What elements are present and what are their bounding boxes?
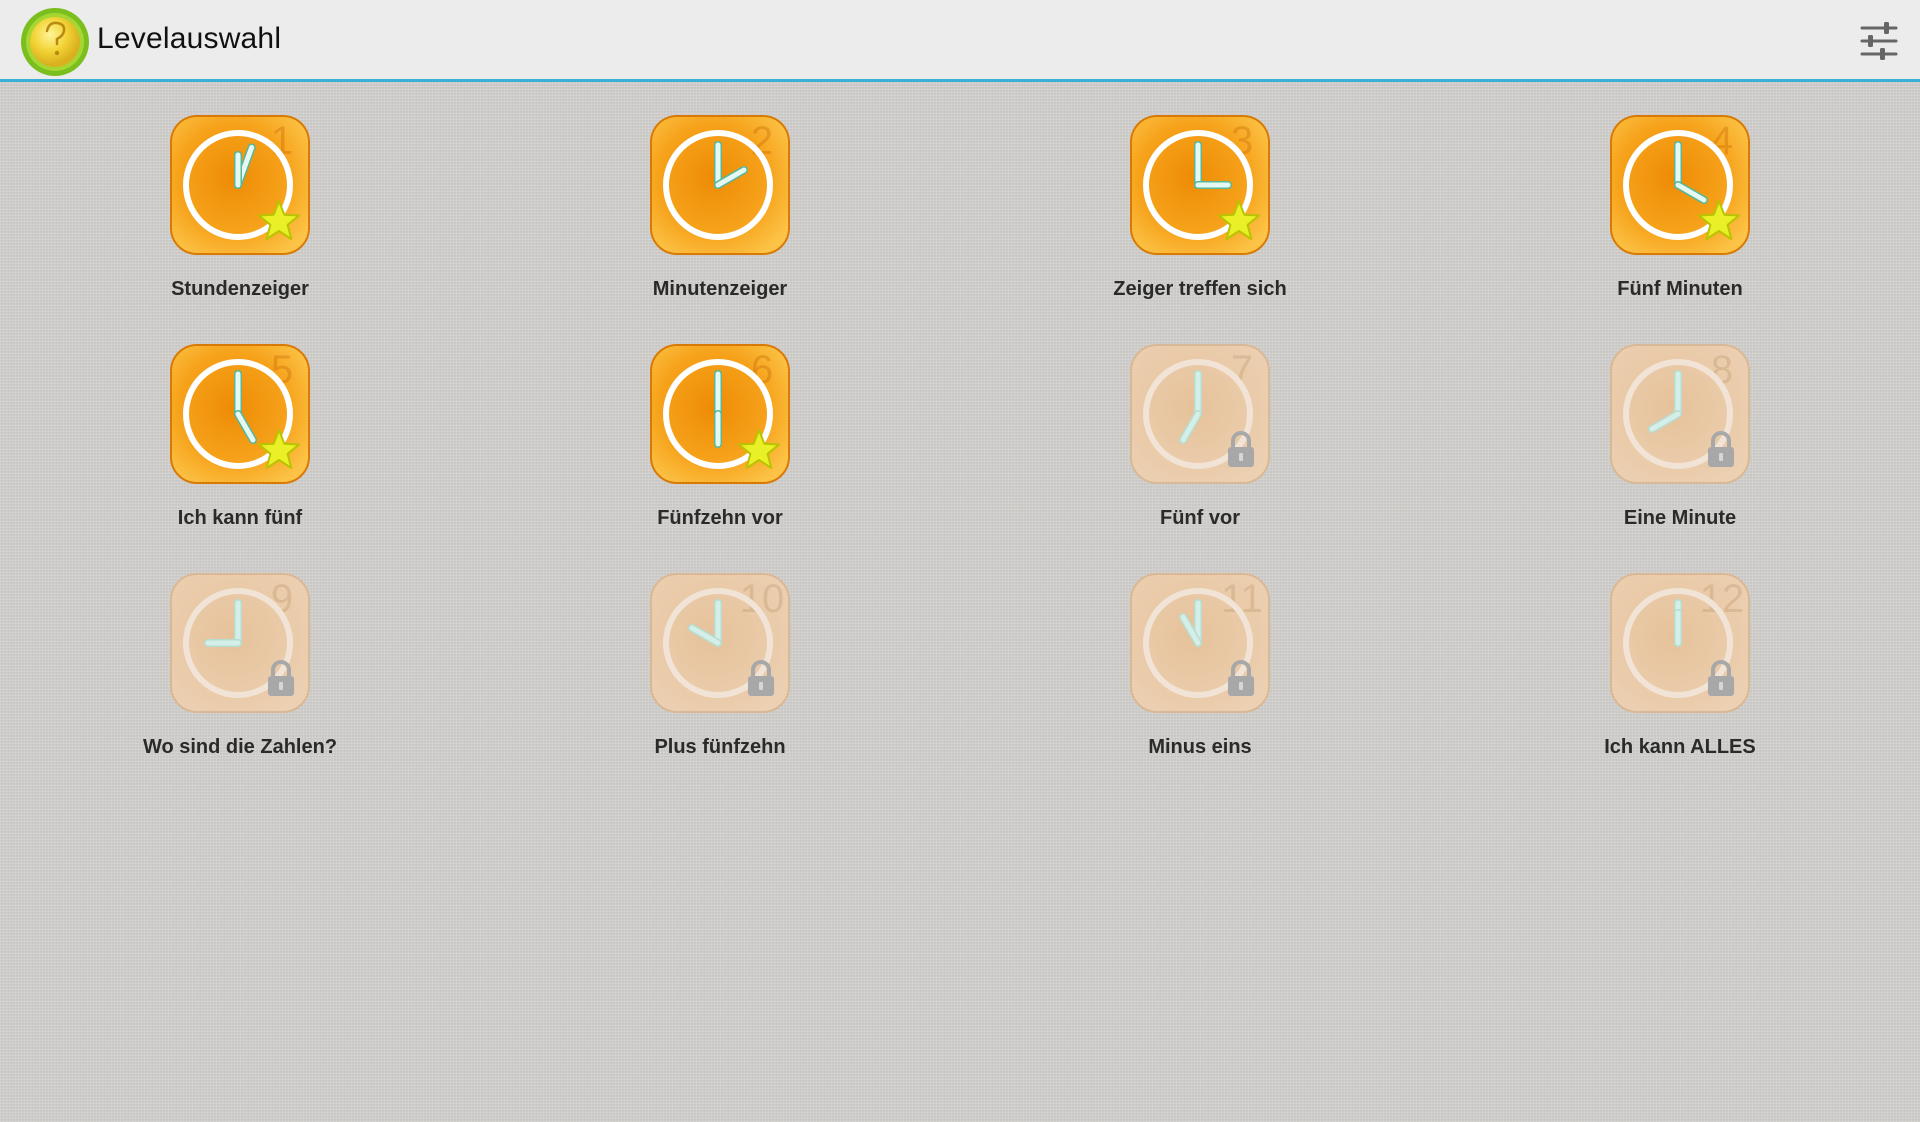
level-label: Ich kann fünf [177, 507, 303, 529]
level-label: Minus eins [1148, 736, 1252, 758]
clock-icon: 9 [170, 573, 310, 713]
page-title: Levelauswahl [97, 22, 282, 55]
level-tile-8: 8 Eine Minute [1530, 343, 1830, 530]
question-clock-logo-icon[interactable] [20, 7, 90, 77]
clock-icon: 8 [1610, 344, 1750, 484]
level-label: Fünfzehn vor [657, 507, 783, 529]
level-tile-11: 11 Minus eins [1050, 572, 1350, 759]
level-tile-6[interactable]: 6 Fünfzehn vor [570, 343, 870, 530]
clock-icon: 2 [650, 115, 790, 255]
level-tile-1[interactable]: 1 Stundenzeiger [90, 114, 390, 301]
level-label: Zeiger treffen sich [1113, 278, 1287, 300]
clock-icon: 10 [650, 573, 790, 713]
level-tile-3[interactable]: 3 Zeiger treffen sich [1050, 114, 1350, 301]
level-tile-9: 9 Wo sind die Zahlen? [90, 572, 390, 759]
level-label: Wo sind die Zahlen? [142, 736, 338, 758]
sliders-icon[interactable] [1858, 20, 1900, 62]
level-tile-4[interactable]: 4 Fünf Minuten [1530, 114, 1830, 301]
clock-icon: 1 [170, 115, 310, 255]
clock-icon: 11 [1130, 573, 1270, 713]
level-label: Eine Minute [1623, 507, 1737, 529]
level-label: Fünf Minuten [1617, 278, 1743, 300]
level-label: Stundenzeiger [171, 278, 309, 300]
clock-icon: 5 [170, 344, 310, 484]
clock-icon: 4 [1610, 115, 1750, 255]
clock-icon: 6 [650, 344, 790, 484]
app-bar: Levelauswahl [0, 0, 1920, 82]
level-tile-2[interactable]: 2 Minutenzeiger [570, 114, 870, 301]
clock-icon: 12 [1610, 573, 1750, 713]
level-label: Fünf vor [1160, 507, 1240, 529]
level-tile-7: 7 Fünf vor [1050, 343, 1350, 530]
level-label: Minutenzeiger [652, 278, 788, 300]
level-tile-5[interactable]: 5 Ich kann fünf [90, 343, 390, 530]
level-label: Plus fünfzehn [654, 736, 786, 758]
level-tile-12: 12 Ich kann ALLES [1530, 572, 1830, 759]
level-label: Ich kann ALLES [1604, 736, 1756, 758]
clock-icon: 3 [1130, 115, 1270, 255]
clock-icon: 7 [1130, 344, 1270, 484]
level-tile-10: 10 Plus fünfzehn [570, 572, 870, 759]
